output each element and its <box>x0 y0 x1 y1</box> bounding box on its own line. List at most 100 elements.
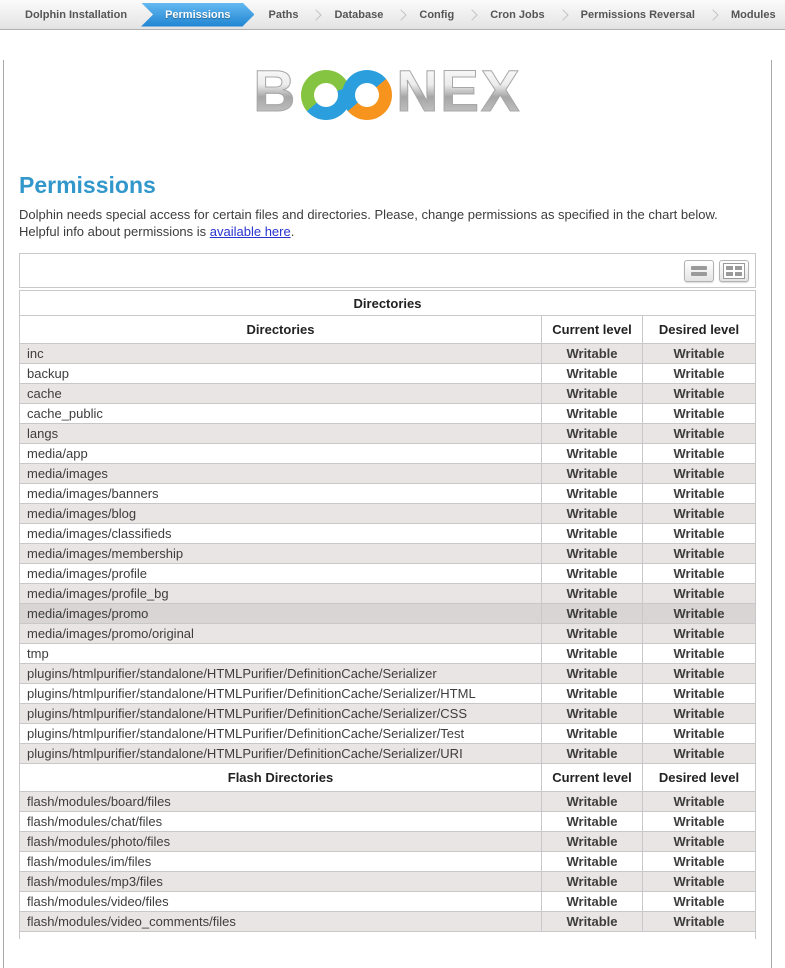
tab-modules[interactable]: Modules <box>718 0 785 30</box>
grid-view-button[interactable] <box>719 260 749 282</box>
current-level-cell: Writable <box>542 444 643 464</box>
current-level-header: Current level <box>542 316 643 344</box>
desired-level-cell: Writable <box>643 584 756 604</box>
table-caption-row: Directories <box>20 291 756 316</box>
current-level-cell: Writable <box>542 504 643 524</box>
current-level-cell: Writable <box>542 524 643 544</box>
logo-ring-blue-orange-icon <box>342 70 392 120</box>
directory-name-cell: media/images/promo <box>20 604 542 624</box>
table-row: plugins/htmlpurifier/standalone/HTMLPuri… <box>20 684 756 704</box>
grid-view-icon <box>723 263 745 279</box>
table-row: cache_publicWritableWritable <box>20 404 756 424</box>
table-row: media/images/blogWritableWritable <box>20 504 756 524</box>
desired-level-header: Desired level <box>643 316 756 344</box>
permissions-table: DirectoriesDirectoriesCurrent levelDesir… <box>19 290 756 939</box>
current-level-cell: Writable <box>542 424 643 444</box>
table-row: backupWritableWritable <box>20 364 756 384</box>
table-row: media/images/profileWritableWritable <box>20 564 756 584</box>
desired-level-cell: Writable <box>643 424 756 444</box>
directory-name-cell: media/images/profile <box>20 564 542 584</box>
available-here-link[interactable]: available here <box>210 224 291 239</box>
directory-name-cell: media/images/membership <box>20 544 542 564</box>
desired-level-cell: Writable <box>643 404 756 424</box>
directory-name-cell: backup <box>20 364 542 384</box>
desired-level-cell: Writable <box>643 792 756 812</box>
desired-level-cell: Writable <box>643 624 756 644</box>
current-level-cell: Writable <box>542 404 643 424</box>
section-header: Flash Directories <box>20 764 542 792</box>
table-row: plugins/htmlpurifier/standalone/HTMLPuri… <box>20 744 756 764</box>
current-level-cell: Writable <box>542 724 643 744</box>
chevron-right-icon <box>396 9 407 20</box>
directory-name-cell: tmp <box>20 644 542 664</box>
table-row: media/images/classifiedsWritableWritable <box>20 524 756 544</box>
current-level-cell: Writable <box>542 872 643 892</box>
current-level-cell: Writable <box>542 812 643 832</box>
tab-paths[interactable]: Paths <box>255 0 311 30</box>
directory-name-cell: media/images/blog <box>20 504 542 524</box>
directory-name-cell: plugins/htmlpurifier/standalone/HTMLPuri… <box>20 744 542 764</box>
tab-dolphin-installation[interactable]: Dolphin Installation <box>12 0 140 30</box>
table-row: media/images/profile_bgWritableWritable <box>20 584 756 604</box>
logo-letters-nex: NEX <box>396 61 521 123</box>
directory-name-cell: flash/modules/im/files <box>20 852 542 872</box>
directory-name-cell: plugins/htmlpurifier/standalone/HTMLPuri… <box>20 704 542 724</box>
tab-config[interactable]: Config <box>406 0 467 30</box>
current-level-cell: Writable <box>542 744 643 764</box>
logo-letter-b: B <box>253 61 297 123</box>
directory-name-cell: media/images <box>20 464 542 484</box>
current-level-cell: Writable <box>542 584 643 604</box>
tab-cron-jobs[interactable]: Cron Jobs <box>477 0 557 30</box>
current-level-cell: Writable <box>542 832 643 852</box>
desired-level-cell: Writable <box>643 684 756 704</box>
table-row: flash/modules/video/filesWritableWritabl… <box>20 892 756 912</box>
table-row: plugins/htmlpurifier/standalone/HTMLPuri… <box>20 704 756 724</box>
intro-text: Dolphin needs special access for certain… <box>19 206 756 240</box>
tab-permissions-reversal[interactable]: Permissions Reversal <box>568 0 708 30</box>
directory-name-cell: flash/modules/video_comments/files <box>20 912 542 932</box>
directory-name-cell: media/images/promo/original <box>20 624 542 644</box>
table-row: flash/modules/photo/filesWritableWritabl… <box>20 832 756 852</box>
desired-level-cell: Writable <box>643 384 756 404</box>
desired-level-cell: Writable <box>643 912 756 932</box>
table-row: plugins/htmlpurifier/standalone/HTMLPuri… <box>20 664 756 684</box>
boonex-logo: B NEX <box>253 60 521 124</box>
page-container: B NEX Permissions Dolphin needs special … <box>3 60 772 968</box>
current-level-cell: Writable <box>542 344 643 364</box>
desired-level-cell: Writable <box>643 344 756 364</box>
current-level-cell: Writable <box>542 644 643 664</box>
current-level-cell: Writable <box>542 912 643 932</box>
chevron-right-icon <box>467 9 478 20</box>
desired-level-cell: Writable <box>643 872 756 892</box>
current-level-cell: Writable <box>542 852 643 872</box>
desired-level-cell: Writable <box>643 524 756 544</box>
current-level-cell: Writable <box>542 704 643 724</box>
directory-name-cell: plugins/htmlpurifier/standalone/HTMLPuri… <box>20 684 542 704</box>
installer-steps-tabbar: Dolphin InstallationPermissionsPaths Data… <box>0 0 785 30</box>
current-level-cell: Writable <box>542 892 643 912</box>
table-row: cacheWritableWritable <box>20 384 756 404</box>
desired-level-cell: Writable <box>643 484 756 504</box>
table-row: tmpWritableWritable <box>20 644 756 664</box>
directory-name-cell: langs <box>20 424 542 444</box>
tab-permissions[interactable]: Permissions <box>141 3 254 27</box>
current-level-header: Current level <box>542 764 643 792</box>
intro-suffix: . <box>291 224 295 239</box>
directory-name-cell: media/app <box>20 444 542 464</box>
clipped-row-cell <box>20 932 756 939</box>
desired-level-cell: Writable <box>643 832 756 852</box>
intro-line2-prefix: Helpful info about permissions is <box>19 224 210 239</box>
table-row: flash/modules/board/filesWritableWritabl… <box>20 792 756 812</box>
current-level-cell: Writable <box>542 624 643 644</box>
tab-database[interactable]: Database <box>321 0 396 30</box>
page-title: Permissions <box>19 172 756 199</box>
current-level-cell: Writable <box>542 464 643 484</box>
list-view-button[interactable] <box>684 260 714 282</box>
desired-level-cell: Writable <box>643 812 756 832</box>
current-level-cell: Writable <box>542 364 643 384</box>
desired-level-cell: Writable <box>643 644 756 664</box>
table-row: flash/modules/chat/filesWritableWritable <box>20 812 756 832</box>
current-level-cell: Writable <box>542 384 643 404</box>
chevron-right-icon <box>707 9 718 20</box>
table-row: incWritableWritable <box>20 344 756 364</box>
